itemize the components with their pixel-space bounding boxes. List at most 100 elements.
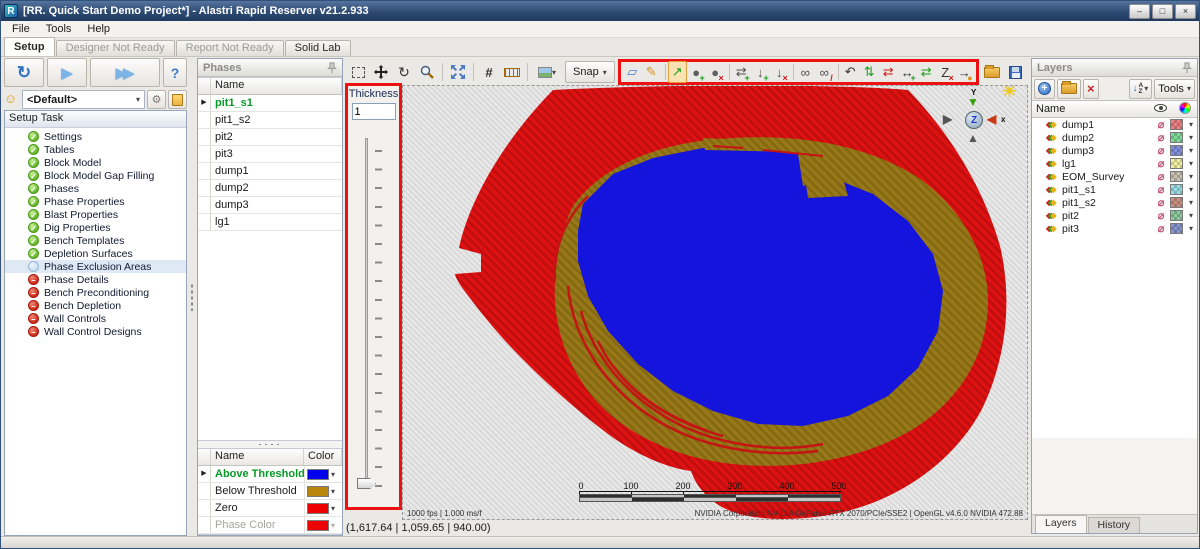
- visibility-hidden-icon[interactable]: ⌀: [1152, 170, 1170, 183]
- visibility-hidden-icon[interactable]: ⌀: [1152, 209, 1170, 222]
- color-row[interactable]: ▶ Phase Color ▾: [198, 517, 342, 534]
- stretch-line-tool[interactable]: ↔ +: [898, 61, 917, 83]
- layers-bottom-tab[interactable]: Layers: [1035, 515, 1087, 533]
- layers-bottom-tab[interactable]: History: [1088, 517, 1141, 533]
- task-item[interactable]: Bench Depletion: [5, 299, 186, 312]
- delete-layer-button[interactable]: ×: [1083, 79, 1099, 99]
- flatten-line-tool[interactable]: Z ×: [936, 61, 955, 83]
- layer-row[interactable]: ◆◆◆ lg1 ⌀ ▾: [1032, 157, 1197, 170]
- thickness-slider-handle[interactable]: [357, 478, 376, 489]
- phase-row[interactable]: ▶ pit1_s1: [198, 95, 342, 112]
- chevron-down-icon[interactable]: ▾: [331, 470, 335, 479]
- layer-color-swatch[interactable]: [1170, 145, 1183, 156]
- layer-color-swatch[interactable]: [1170, 132, 1183, 143]
- task-item[interactable]: Blast Properties: [5, 208, 186, 221]
- visibility-hidden-icon[interactable]: ⌀: [1152, 183, 1170, 196]
- color-row[interactable]: ▶ Zero ▾: [198, 500, 342, 517]
- visibility-hidden-icon[interactable]: ⌀: [1152, 157, 1170, 170]
- color-swatch[interactable]: [307, 520, 329, 531]
- visibility-hidden-icon[interactable]: ⌀: [1152, 131, 1170, 144]
- visibility-hidden-icon[interactable]: ⌀: [1152, 222, 1170, 235]
- task-item[interactable]: Dig Properties: [5, 221, 186, 234]
- task-item[interactable]: Phase Exclusion Areas: [5, 260, 186, 273]
- chevron-down-icon[interactable]: ▾: [1185, 172, 1197, 181]
- main-tab[interactable]: Designer Not Ready: [56, 40, 175, 56]
- thickness-slider-track[interactable]: [365, 138, 368, 489]
- preset-notes-button[interactable]: [168, 90, 187, 109]
- rotate-up-icon[interactable]: ▲: [967, 132, 979, 144]
- visibility-hidden-icon[interactable]: ⌀: [1152, 118, 1170, 131]
- sun-icon[interactable]: ☀: [1002, 85, 1017, 100]
- preset-settings-button[interactable]: ⚙: [147, 90, 166, 109]
- layer-color-swatch[interactable]: [1170, 119, 1183, 130]
- chevron-down-icon[interactable]: ▾: [331, 487, 335, 496]
- task-item[interactable]: Wall Controls: [5, 312, 186, 325]
- screenshot-tool[interactable]: ▾: [532, 61, 562, 83]
- color-column-header[interactable]: [1173, 102, 1197, 117]
- layer-color-swatch[interactable]: [1170, 171, 1183, 182]
- phase-row[interactable]: ▶ lg1: [198, 214, 342, 231]
- layer-row[interactable]: ◆◆◆ EOM_Survey ⌀ ▾: [1032, 170, 1197, 183]
- main-tab[interactable]: Solid Lab: [285, 40, 351, 56]
- orientation-gizmo[interactable]: ☀ Y ▼ ▶ Z ◀ x ▲: [941, 88, 1013, 154]
- add-layer-button[interactable]: +: [1034, 79, 1055, 99]
- refresh-button[interactable]: ↻: [4, 58, 44, 87]
- run-button[interactable]: ▶: [47, 58, 87, 87]
- phase-row[interactable]: ▶ dump3: [198, 197, 342, 214]
- color-swatch[interactable]: [307, 469, 329, 480]
- rotate-left-icon[interactable]: ▶: [943, 113, 952, 125]
- task-item[interactable]: Wall Control Designs: [5, 325, 186, 338]
- layer-row[interactable]: ◆◆◆ pit1_s2 ⌀ ▾: [1032, 196, 1197, 209]
- task-item[interactable]: Block Model: [5, 156, 186, 169]
- task-item[interactable]: Phases: [5, 182, 186, 195]
- sort-layers-dropdown[interactable]: ↓ AZ ▾: [1129, 79, 1153, 99]
- menu-item[interactable]: File: [4, 22, 38, 36]
- layer-row[interactable]: ◆◆◆ dump1 ⌀ ▾: [1032, 118, 1197, 131]
- chevron-down-icon[interactable]: ▾: [1185, 185, 1197, 194]
- delete-point-tool[interactable]: ● ×: [706, 61, 725, 83]
- task-item[interactable]: Block Model Gap Filling: [5, 169, 186, 182]
- phase-row[interactable]: ▶ dump2: [198, 180, 342, 197]
- layer-row[interactable]: ◆◆◆ dump3 ⌀ ▾: [1032, 144, 1197, 157]
- add-point-tool[interactable]: ● +: [687, 61, 706, 83]
- maximize-button[interactable]: □: [1152, 4, 1173, 19]
- visibility-hidden-icon[interactable]: ⌀: [1152, 196, 1170, 209]
- viewport-3d[interactable]: ☀ Y ▼ ▶ Z ◀ x ▲ 0100200300400500 1000 fp…: [402, 85, 1028, 520]
- close-button[interactable]: ×: [1175, 4, 1196, 19]
- phase-row[interactable]: ▶ pit3: [198, 146, 342, 163]
- save-button[interactable]: [1005, 61, 1027, 83]
- reverse-line-tool[interactable]: ⇄: [879, 61, 898, 83]
- run-all-button[interactable]: ▶▶: [90, 58, 160, 87]
- pin-icon[interactable]: [327, 62, 337, 74]
- flip-segment-tool[interactable]: ↶: [841, 61, 860, 83]
- layer-color-swatch[interactable]: [1170, 197, 1183, 208]
- pin-icon[interactable]: [1182, 62, 1192, 74]
- measure-tool[interactable]: [501, 61, 523, 83]
- visibility-column-header[interactable]: [1147, 103, 1173, 115]
- phase-row[interactable]: ▶ pit1_s2: [198, 112, 342, 129]
- draw-polyline-tool[interactable]: ↗: [668, 61, 687, 83]
- main-tab[interactable]: Setup: [4, 37, 55, 56]
- chevron-down-icon[interactable]: ▾: [1185, 133, 1197, 142]
- layer-color-swatch[interactable]: [1170, 184, 1183, 195]
- snap-dropdown[interactable]: Snap ▾: [565, 61, 615, 83]
- sketch-tool[interactable]: ✎: [642, 61, 661, 83]
- task-item[interactable]: Bench Preconditioning: [5, 286, 186, 299]
- chevron-down-icon[interactable]: ▾: [1185, 211, 1197, 220]
- task-item[interactable]: Phase Properties: [5, 195, 186, 208]
- menu-item[interactable]: Tools: [38, 22, 80, 36]
- y-axis-arrow-icon[interactable]: ▼: [967, 96, 979, 108]
- join-lines-tool[interactable]: ∞: [796, 61, 815, 83]
- task-item[interactable]: Settings: [5, 130, 186, 143]
- chevron-down-icon[interactable]: ▾: [331, 504, 335, 513]
- chevron-down-icon[interactable]: ▾: [1185, 224, 1197, 233]
- insert-point-tool[interactable]: ↓ +: [751, 61, 770, 83]
- preset-dropdown[interactable]: <Default> ▾: [22, 90, 145, 109]
- color-row[interactable]: ▶ Below Threshold ▾: [198, 483, 342, 500]
- phases-splitter[interactable]: [198, 441, 342, 448]
- chevron-down-icon[interactable]: ▾: [1185, 146, 1197, 155]
- continue-line-tool[interactable]: → ●: [955, 61, 974, 83]
- visibility-hidden-icon[interactable]: ⌀: [1152, 144, 1170, 157]
- color-swatch[interactable]: [307, 486, 329, 497]
- open-file-button[interactable]: [980, 61, 1004, 83]
